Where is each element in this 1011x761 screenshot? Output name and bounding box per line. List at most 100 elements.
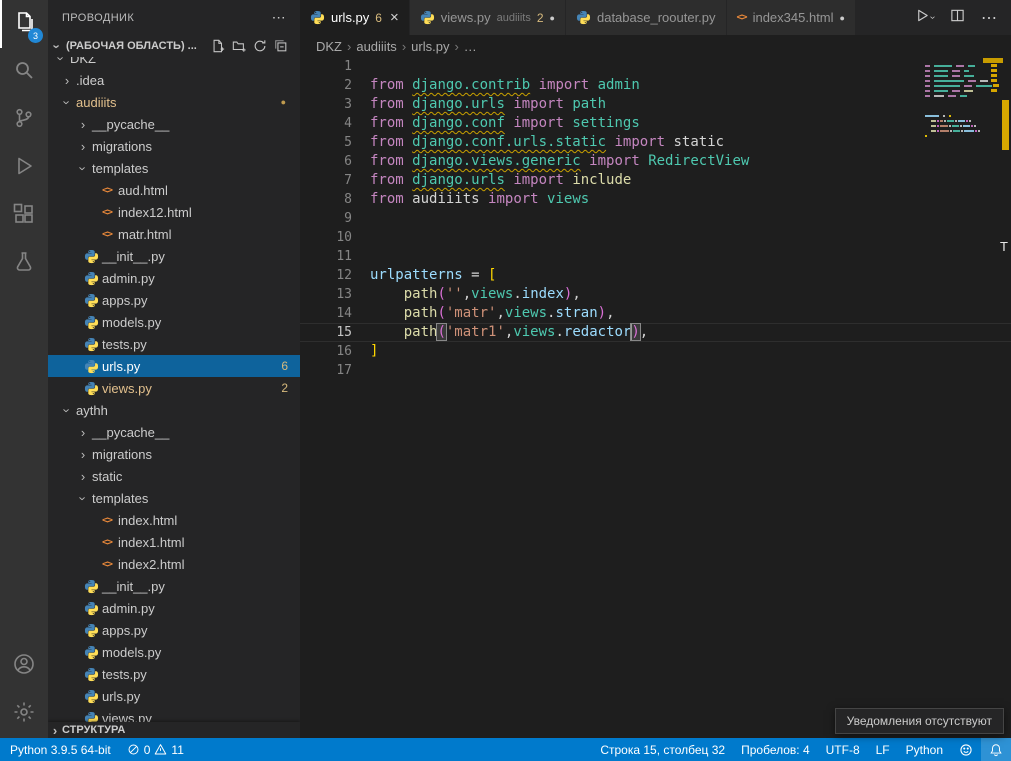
tree-item-tests.py[interactable]: tests.py bbox=[48, 663, 300, 685]
tree-item-admin.py[interactable]: admin.py bbox=[48, 597, 300, 619]
tree-item-templates[interactable]: ›templates bbox=[48, 487, 300, 509]
activity-explorer[interactable]: 3 bbox=[0, 0, 48, 48]
tree-item-index2.html[interactable]: <>index2.html bbox=[48, 553, 300, 575]
close-icon[interactable]: × bbox=[390, 9, 399, 26]
feedback-button[interactable] bbox=[951, 738, 981, 761]
activity-source-control[interactable] bbox=[0, 96, 48, 144]
folder-label: DKZ bbox=[70, 57, 96, 66]
workspace-section-header[interactable]: › (РАБОЧАЯ ОБЛАСТЬ) ... bbox=[48, 35, 300, 57]
activity-run-debug[interactable] bbox=[0, 144, 48, 192]
activity-testing[interactable] bbox=[0, 240, 48, 288]
activity-extensions[interactable] bbox=[0, 192, 48, 240]
tree-item-__init__.py[interactable]: __init__.py bbox=[48, 575, 300, 597]
folder-label: audiiits bbox=[76, 95, 116, 110]
chevron-down-icon: › bbox=[50, 39, 65, 53]
tree-item-__init__.py[interactable]: __init__.py bbox=[48, 245, 300, 267]
tree-item-aythh[interactable]: ›aythh bbox=[48, 399, 300, 421]
tree-item-.idea[interactable]: ›.idea bbox=[48, 69, 300, 91]
eol-status[interactable]: LF bbox=[868, 738, 898, 761]
new-folder-icon[interactable] bbox=[232, 39, 246, 53]
editor-more-button[interactable]: ⋯ bbox=[981, 8, 997, 28]
more-icon: ⋯ bbox=[981, 8, 997, 28]
cursor-position-status[interactable]: Строка 15, столбец 32 bbox=[590, 738, 733, 761]
indentation-status[interactable]: Пробелов: 4 bbox=[733, 738, 818, 761]
tree-item-static[interactable]: ›static bbox=[48, 465, 300, 487]
tree-item-DKZ[interactable]: ›DKZ bbox=[48, 57, 300, 69]
tree-item-urls.py[interactable]: urls.py6 bbox=[48, 355, 300, 377]
activity-search[interactable] bbox=[0, 48, 48, 96]
ruler-artifact: T bbox=[1000, 237, 1008, 256]
tab-views.py[interactable]: views.pyaudiiits2● bbox=[410, 0, 566, 35]
tree-item-index1.html[interactable]: <>index1.html bbox=[48, 531, 300, 553]
minimap[interactable] bbox=[925, 59, 997, 144]
tree-item-models.py[interactable]: models.py bbox=[48, 641, 300, 663]
tree-item-apps.py[interactable]: apps.py bbox=[48, 289, 300, 311]
chevron-icon: › bbox=[76, 117, 90, 132]
error-icon bbox=[127, 743, 140, 756]
chevron-icon: › bbox=[76, 425, 90, 440]
breadcrumb-item[interactable]: … bbox=[464, 39, 477, 54]
tab-urls.py[interactable]: urls.py6× bbox=[300, 0, 410, 35]
tree-item-admin.py[interactable]: admin.py bbox=[48, 267, 300, 289]
breadcrumb-item[interactable]: urls.py bbox=[411, 39, 449, 54]
tree-item-tests.py[interactable]: tests.py bbox=[48, 333, 300, 355]
python-icon bbox=[82, 579, 100, 594]
python-interpreter-status[interactable]: Python 3.9.5 64-bit bbox=[0, 738, 119, 761]
file-label: views.py bbox=[102, 711, 152, 723]
refresh-icon[interactable] bbox=[253, 39, 267, 53]
tree-item-index.html[interactable]: <>index.html bbox=[48, 509, 300, 531]
line-number: 8 bbox=[300, 190, 352, 209]
run-debug-icon bbox=[12, 154, 36, 183]
tree-item-audiiits[interactable]: ›audiiits● bbox=[48, 91, 300, 113]
file-label: __init__.py bbox=[102, 579, 165, 594]
python-version-label: Python 3.9.5 64-bit bbox=[10, 743, 111, 757]
collapse-all-icon[interactable] bbox=[274, 39, 288, 53]
tree-item-aud.html[interactable]: <>aud.html bbox=[48, 179, 300, 201]
outline-section-header[interactable]: › СТРУКТУРА bbox=[48, 722, 300, 738]
tree-item-apps.py[interactable]: apps.py bbox=[48, 619, 300, 641]
sidebar-title: ПРОВОДНИК bbox=[62, 12, 134, 24]
tree-item-__pycache__[interactable]: ›__pycache__ bbox=[48, 113, 300, 135]
html-icon: <> bbox=[98, 559, 116, 570]
tree-item-__pycache__[interactable]: ›__pycache__ bbox=[48, 421, 300, 443]
line-number: 12 bbox=[300, 266, 352, 285]
file-label: index1.html bbox=[118, 535, 184, 550]
activity-settings[interactable] bbox=[0, 690, 48, 738]
folder-label: templates bbox=[92, 491, 148, 506]
new-file-icon[interactable] bbox=[211, 39, 225, 53]
html-icon: <> bbox=[737, 12, 747, 23]
tree-item-templates[interactable]: ›templates bbox=[48, 157, 300, 179]
testing-icon bbox=[12, 250, 36, 279]
folder-label: __pycache__ bbox=[92, 117, 169, 132]
tab-database_roouter.py[interactable]: database_roouter.py bbox=[566, 0, 727, 35]
tab-description: audiiits bbox=[497, 12, 531, 24]
tree-item-index12.html[interactable]: <>index12.html bbox=[48, 201, 300, 223]
line-number: 14 bbox=[300, 304, 352, 323]
problems-status[interactable]: 0 11 bbox=[119, 738, 192, 761]
problems-badge: 2 bbox=[281, 381, 300, 395]
run-python-button[interactable]: › bbox=[915, 8, 934, 28]
line-number: 16 bbox=[300, 342, 352, 361]
tree-item-views.py[interactable]: views.py2 bbox=[48, 377, 300, 399]
breadcrumb-item[interactable]: DKZ bbox=[316, 39, 342, 54]
chevron-right-icon: › bbox=[402, 39, 406, 54]
notifications-bell[interactable] bbox=[981, 738, 1011, 761]
code-editor[interactable]: 12from django.contrib import admin3from … bbox=[300, 57, 1011, 738]
code-line: 4from django.conf import settings bbox=[300, 114, 1011, 133]
tab-index345.html[interactable]: <>index345.html● bbox=[727, 0, 856, 35]
tree-item-migrations[interactable]: ›migrations bbox=[48, 135, 300, 157]
sidebar-more-button[interactable]: ⋯ bbox=[272, 9, 286, 26]
tree-item-models.py[interactable]: models.py bbox=[48, 311, 300, 333]
language-mode-status[interactable]: Python bbox=[898, 738, 951, 761]
tree-item-urls.py[interactable]: urls.py bbox=[48, 685, 300, 707]
encoding-status[interactable]: UTF-8 bbox=[818, 738, 868, 761]
split-editor-button[interactable] bbox=[950, 8, 965, 28]
tree-item-migrations[interactable]: ›migrations bbox=[48, 443, 300, 465]
tree-item-views.py[interactable]: views.py bbox=[48, 707, 300, 722]
breadcrumb-item[interactable]: audiiits bbox=[356, 39, 396, 54]
code-line: 10 bbox=[300, 228, 1011, 247]
tree-item-matr.html[interactable]: <>matr.html bbox=[48, 223, 300, 245]
line-number: 7 bbox=[300, 171, 352, 190]
activity-accounts[interactable] bbox=[0, 642, 48, 690]
encoding-label: UTF-8 bbox=[826, 743, 860, 757]
